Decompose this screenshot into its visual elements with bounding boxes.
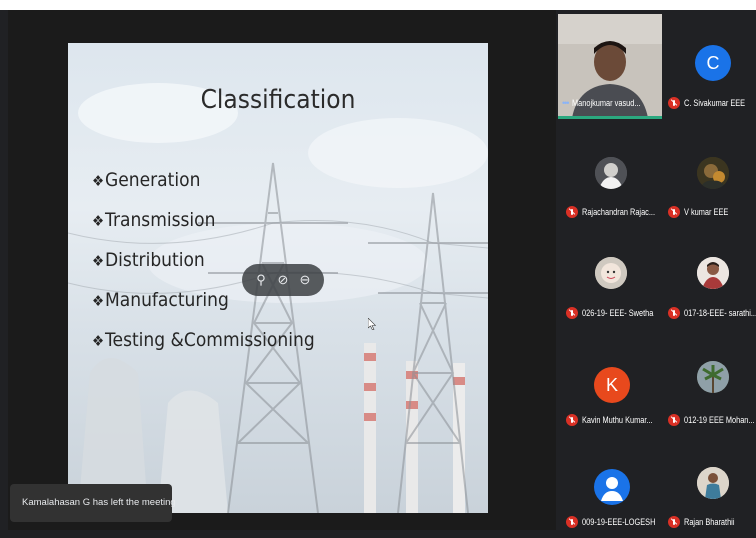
mic-off-icon: [566, 206, 578, 218]
participant-name-bar: 009-19-EEE-LOGESH: [566, 514, 676, 530]
participant-avatar: [697, 257, 729, 289]
participant-avatar: C: [695, 45, 731, 81]
presentation-area[interactable]: Classification ❖Generation ❖Transmission…: [8, 10, 556, 530]
mic-off-icon: [668, 516, 680, 528]
participant-name: 026-19- EEE- Swetha: [582, 308, 654, 318]
pin-icon[interactable]: ⚲: [252, 272, 270, 288]
participant-name-bar: 026-19- EEE- Swetha: [566, 305, 676, 321]
mic-off-icon: [566, 516, 578, 528]
participant-avatar: K: [594, 367, 630, 403]
participant-name-bar: 017-18-EEE- sarathi...: [668, 305, 756, 321]
mic-off-icon: [668, 97, 680, 109]
active-speaker-indicator: [558, 116, 662, 119]
participant-name: C. Sivakumar EEE: [684, 98, 746, 108]
participant-name: Manojkumar vasud...: [572, 98, 641, 108]
participant-avatar: [697, 361, 729, 393]
slide-bullet: ❖Distribution: [92, 249, 205, 271]
mic-off-icon: [668, 414, 680, 426]
participant-name: 017-18-EEE- sarathi...: [684, 308, 756, 318]
mute-icon[interactable]: ⊘: [274, 272, 292, 288]
participant-avatar: [697, 467, 729, 499]
mic-off-icon: [668, 307, 680, 319]
mic-off-icon: [566, 414, 578, 426]
notification-toast: Kamalahasan G has left the meeting: [10, 484, 176, 522]
participant-avatar: [595, 257, 627, 289]
mouse-cursor-icon: [368, 318, 376, 330]
top-strip: [0, 0, 756, 10]
participant-name: 009-19-EEE-LOGESH: [582, 517, 656, 527]
participant-name: 012-19 EEE Mohan...: [684, 415, 755, 425]
slide-title: Classification: [200, 85, 356, 115]
tile-hover-controls: ⚲ ⊘ ⊖: [242, 264, 324, 296]
participant-name: Rajachandran Rajac...: [582, 207, 656, 217]
slide-bullet: ❖Transmission: [92, 209, 216, 231]
participant-name: V kumar EEE: [684, 207, 729, 217]
default-avatar-icon: [594, 469, 630, 505]
mic-off-icon: [668, 206, 680, 218]
participant-avatar: [697, 157, 729, 189]
participant-name: Kavin Muthu Kumar...: [582, 415, 653, 425]
slide-bullet: ❖Testing &Commissioning: [92, 329, 315, 351]
participant-name-bar: Rajachandran Rajac...: [566, 204, 676, 220]
remove-icon[interactable]: ⊖: [296, 272, 314, 288]
participant-name: Rajan Bharathii: [684, 517, 735, 527]
slide-bullet: ❖Manufacturing: [92, 289, 229, 311]
participant-name-bar: ••• Manojkumar vasud...: [562, 95, 672, 111]
participant-name-bar: Kavin Muthu Kumar...: [566, 412, 676, 428]
speaking-icon: •••: [562, 98, 570, 108]
participant-avatar: [595, 157, 627, 189]
mic-off-icon: [566, 307, 578, 319]
participant-name-bar: C. Sivakumar EEE: [668, 95, 756, 111]
participant-name-bar: 012-19 EEE Mohan...: [668, 412, 756, 428]
slide-bullet: ❖Generation: [92, 169, 201, 191]
participant-name-bar: V kumar EEE: [668, 204, 756, 220]
participant-name-bar: Rajan Bharathii: [668, 514, 756, 530]
